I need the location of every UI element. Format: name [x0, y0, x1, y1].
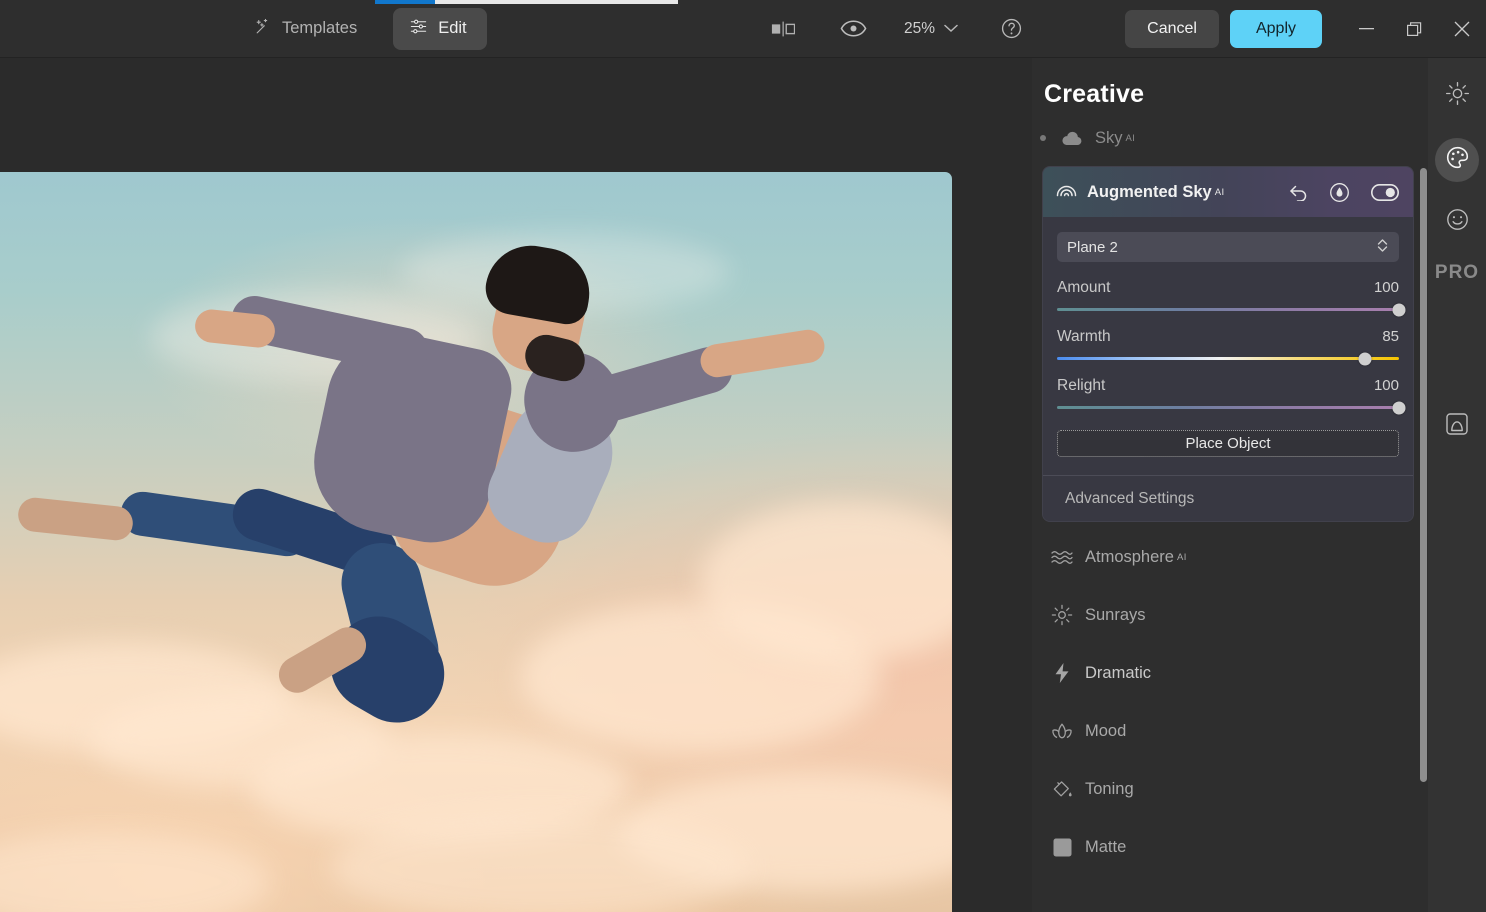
effect-row-atmosphere-label: Atmosphere [1085, 547, 1174, 566]
effect-row-dramatic-label: Dramatic [1085, 663, 1152, 682]
place-object-button[interactable]: Place Object [1057, 430, 1399, 457]
slider-warmth-knob[interactable] [1358, 352, 1372, 365]
effect-row-matte-label: Matte [1085, 837, 1127, 856]
waves-icon [1047, 549, 1077, 566]
question-circle-icon[interactable] [988, 9, 1034, 49]
templates-label: Templates [282, 19, 358, 37]
edit-tab[interactable]: Edit [393, 7, 487, 50]
chevron-down-icon [944, 20, 958, 38]
progress-bar-fill [375, 0, 435, 4]
slider-amount-header: Amount 100 [1057, 279, 1399, 297]
zoom-level-control[interactable]: 25% [904, 20, 958, 38]
augmented-sky-icon [1056, 182, 1077, 202]
slider-amount[interactable]: Amount 100 [1057, 279, 1406, 316]
slider-amount-knob[interactable] [1392, 303, 1406, 316]
slider-relight-label: Relight [1057, 377, 1106, 394]
augmented-sky-actions [1289, 182, 1399, 203]
minimize-icon[interactable] [1342, 0, 1390, 58]
undo-icon[interactable] [1289, 184, 1308, 201]
right-panel: Creative Sky AI Augmented Sky AI Plane 2… [1032, 58, 1486, 912]
slider-relight-value: 100 [1373, 377, 1399, 394]
slider-amount-track[interactable] [1057, 303, 1406, 316]
slider-warmth[interactable]: Warmth 85 [1057, 328, 1399, 365]
slider-warmth-header: Warmth 85 [1057, 328, 1399, 346]
ai-badge: AI [1214, 186, 1225, 198]
edit-label: Edit [438, 19, 467, 37]
rail-item-layer-properties[interactable] [1435, 404, 1479, 448]
augmented-sky-header[interactable]: Augmented Sky AI [1043, 167, 1413, 217]
window-controls [1342, 0, 1486, 58]
slider-amount-value: 100 [1373, 279, 1399, 296]
slider-amount-label: Amount [1057, 279, 1111, 296]
toolbar-right-group: Cancel Apply [1125, 0, 1486, 58]
slider-relight-track[interactable] [1057, 401, 1406, 414]
templates-tab[interactable]: Templates [240, 9, 371, 49]
effect-row-matte[interactable]: Matte [1032, 818, 1432, 876]
sliders-icon [409, 17, 428, 41]
effect-row-mood[interactable]: Mood [1032, 702, 1432, 760]
slider-relight-knob[interactable] [1392, 401, 1406, 414]
rail-item-creative[interactable] [1435, 138, 1479, 182]
eye-icon[interactable] [830, 9, 876, 49]
tool-rail: PRO [1428, 58, 1486, 912]
sun-icon [1047, 604, 1077, 626]
app-window: Templates Edit 25% Cancel Apply Creative… [0, 0, 1486, 912]
slider-warmth-label: Warmth [1057, 328, 1111, 345]
paint-bucket-icon [1047, 779, 1077, 800]
panel-scrollbar[interactable] [1420, 168, 1427, 782]
slider-relight-header: Relight 100 [1057, 377, 1399, 395]
before-after-icon[interactable] [760, 9, 806, 49]
object-select-value: Plane 2 [1067, 238, 1118, 256]
bolt-icon [1047, 662, 1077, 684]
toolbar-center-group: 25% [760, 9, 1034, 49]
modified-dot-icon [1040, 135, 1046, 141]
slider-warmth-value: 85 [1382, 328, 1399, 345]
effect-row-atmosphere[interactable]: Atmosphere AI [1032, 528, 1432, 586]
ai-badge: AI [1125, 132, 1136, 144]
sparkle-icon [254, 17, 273, 41]
progress-bar [375, 0, 678, 4]
page-title: Creative [1044, 80, 1145, 108]
effect-row-dramatic[interactable]: Dramatic [1032, 644, 1432, 702]
apply-button[interactable]: Apply [1229, 10, 1322, 48]
augmented-sky-group: Augmented Sky AI Plane 2 Amount 100 Warm… [1042, 166, 1414, 522]
mask-brush-icon[interactable] [1329, 182, 1350, 203]
augmented-sky-title: Augmented Sky [1087, 182, 1212, 201]
canvas-area[interactable] [0, 58, 1032, 912]
lotus-icon [1047, 721, 1077, 741]
toggle-on-icon[interactable] [1371, 183, 1399, 201]
zoom-level-value: 25% [904, 19, 936, 37]
palette-icon [1445, 145, 1470, 175]
chevron-updown-icon [1376, 238, 1389, 257]
rail-item-pro[interactable]: PRO [1435, 262, 1479, 284]
rail-item-essentials[interactable] [1435, 74, 1479, 118]
slider-relight[interactable]: Relight 100 [1057, 377, 1406, 414]
ai-badge: AI [1176, 551, 1187, 563]
close-icon[interactable] [1438, 0, 1486, 58]
effect-row-sunrays-label: Sunrays [1085, 605, 1146, 624]
dancer-subject [0, 172, 952, 912]
photo-preview[interactable] [0, 172, 952, 912]
rail-item-portrait[interactable] [1435, 200, 1479, 244]
advanced-settings-row[interactable]: Advanced Settings [1043, 475, 1413, 521]
effect-row-mood-label: Mood [1085, 721, 1127, 740]
portrait-frame-icon [1444, 411, 1470, 442]
effect-row-toning-label: Toning [1085, 779, 1134, 798]
effect-row-toning[interactable]: Toning [1032, 760, 1432, 818]
object-select-dropdown[interactable]: Plane 2 [1057, 232, 1399, 262]
toolbar-left-group: Templates Edit [240, 7, 487, 50]
slider-warmth-track[interactable] [1057, 352, 1399, 365]
top-toolbar: Templates Edit 25% Cancel Apply [0, 0, 1486, 58]
cloud-icon [1057, 131, 1087, 146]
augmented-sky-body: Plane 2 Amount 100 Warmth 85 Relight 100… [1043, 217, 1413, 475]
effect-row-sunrays[interactable]: Sunrays [1032, 586, 1432, 644]
effect-row-sky-label: Sky [1095, 128, 1123, 147]
smiley-icon [1445, 207, 1470, 237]
cancel-button[interactable]: Cancel [1125, 10, 1219, 48]
sun-icon [1445, 81, 1470, 111]
panel-scroll-content: Sky AI Augmented Sky AI Plane 2 Amount 1… [1032, 120, 1432, 912]
restore-icon[interactable] [1390, 0, 1438, 58]
effect-row-sky[interactable]: Sky AI [1032, 120, 1432, 156]
square-icon [1047, 838, 1077, 857]
